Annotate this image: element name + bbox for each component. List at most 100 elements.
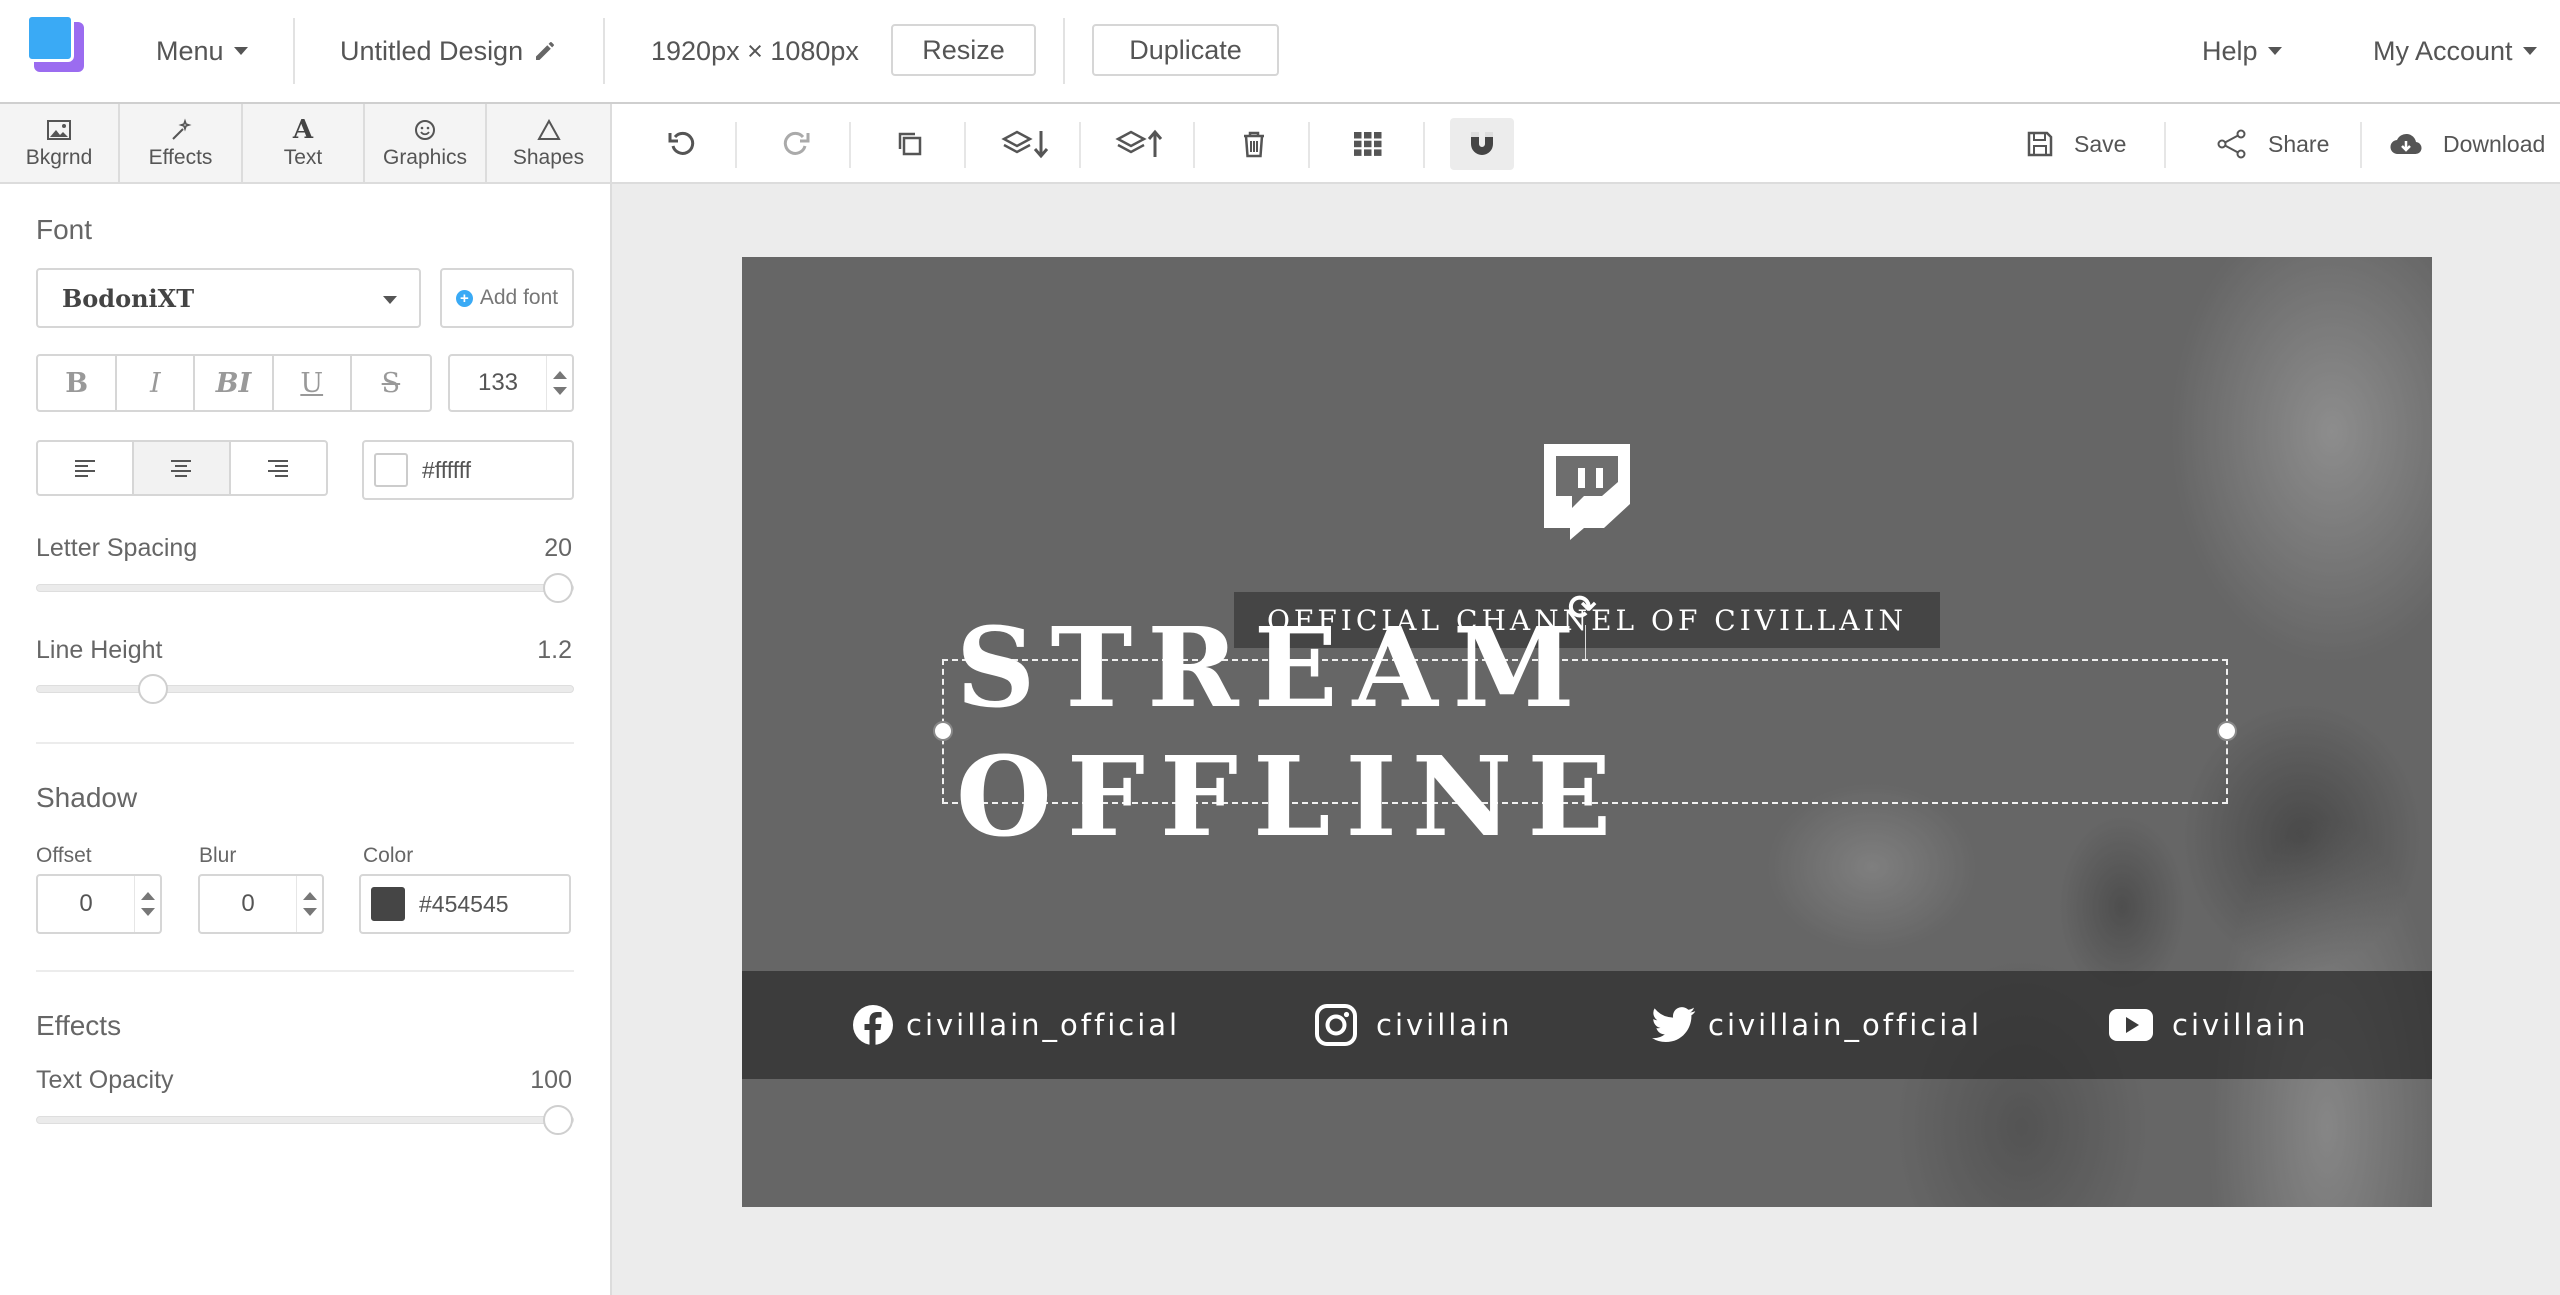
- duplicate-button[interactable]: Duplicate: [1092, 24, 1279, 76]
- download-button[interactable]: Download: [2389, 104, 2545, 184]
- twitter-icon: [1652, 1007, 1696, 1043]
- save-button[interactable]: Save: [2026, 104, 2126, 184]
- twitch-icon[interactable]: [1538, 440, 1634, 540]
- shadow-blur-stepper[interactable]: 0: [198, 874, 324, 934]
- copy-icon: [898, 132, 922, 156]
- slider-handle[interactable]: [138, 674, 169, 704]
- toolbar-divider: [964, 122, 966, 168]
- toolbar-divider: [849, 122, 851, 168]
- line-height-slider[interactable]: [36, 674, 574, 704]
- tab-graphics[interactable]: Graphics: [365, 104, 487, 182]
- add-font-button[interactable]: + Add font: [440, 268, 574, 328]
- bold-italic-button[interactable]: BI: [195, 356, 274, 410]
- left-panel-tabs: Bkgrnd Effects A Text Graphics Shapes: [0, 104, 612, 184]
- facebook-handle: civillain_official: [906, 1008, 1181, 1042]
- logo-front-square: [26, 14, 74, 62]
- increment-icon[interactable]: [552, 371, 567, 379]
- help-label: Help: [2202, 35, 2258, 66]
- tab-text[interactable]: A Text: [243, 104, 365, 182]
- line-height-label: Line Height: [36, 636, 163, 664]
- grid-button[interactable]: [1336, 118, 1400, 170]
- facebook-icon: [853, 1005, 893, 1045]
- layer-down-icon: [1001, 130, 1049, 159]
- decrement-icon[interactable]: [140, 908, 155, 916]
- bring-forward-button[interactable]: [1108, 118, 1172, 170]
- text-color-field[interactable]: #ffffff: [362, 440, 574, 500]
- increment-icon[interactable]: [140, 892, 155, 900]
- text-opacity-slider[interactable]: [36, 1105, 574, 1135]
- slider-handle[interactable]: [543, 1105, 573, 1135]
- section-divider: [36, 970, 574, 972]
- strikethrough-button[interactable]: S: [352, 356, 430, 410]
- chevron-down-icon: [2522, 47, 2537, 55]
- tab-label: Effects: [148, 146, 213, 169]
- account-label: My Account: [2373, 35, 2513, 66]
- decrement-icon[interactable]: [552, 387, 567, 395]
- line-height-value: 1.2: [537, 636, 572, 664]
- app-logo[interactable]: [26, 14, 86, 74]
- toolbar-divider: [1423, 122, 1425, 168]
- redo-button[interactable]: [764, 118, 828, 170]
- underline-button[interactable]: U: [274, 356, 352, 410]
- bold-button[interactable]: B: [38, 356, 118, 410]
- letter-spacing-slider[interactable]: [36, 573, 574, 603]
- tab-label: Bkgrnd: [25, 146, 93, 169]
- letter-spacing-label: Letter Spacing: [36, 534, 198, 562]
- font-size-stepper[interactable]: 133: [448, 354, 574, 412]
- help-dropdown[interactable]: Help: [2202, 0, 2282, 102]
- align-left-button[interactable]: [38, 442, 135, 494]
- copy-button[interactable]: [878, 118, 942, 170]
- resize-handle-right[interactable]: [2217, 721, 2237, 741]
- align-right-button[interactable]: [231, 442, 326, 494]
- design-artboard[interactable]: OFFICIAL CHANNEL OF CIVILLAIN ⟳ STREAM O…: [742, 257, 2432, 1207]
- header-divider: [603, 18, 605, 84]
- toolbar-divider: [1308, 122, 1310, 168]
- shadow-color-swatch[interactable]: [371, 887, 405, 921]
- top-header: Menu Untitled Design 1920px × 1080px Res…: [0, 0, 2560, 104]
- font-family-value: BodoniXT: [62, 283, 195, 313]
- snap-magnet-button[interactable]: [1450, 118, 1514, 170]
- send-backward-button[interactable]: [994, 118, 1058, 170]
- undo-button[interactable]: [650, 118, 714, 170]
- magic-wand-icon: [171, 118, 192, 140]
- decrement-icon[interactable]: [302, 908, 317, 916]
- delete-button[interactable]: [1222, 118, 1286, 170]
- social-youtube[interactable]: civillain: [2108, 971, 2309, 1079]
- add-font-label: Add font: [479, 286, 559, 309]
- resize-button[interactable]: Resize: [891, 24, 1036, 76]
- shadow-blur-value: 0: [241, 890, 255, 917]
- header-divider: [293, 18, 295, 84]
- toolbar-divider: [2164, 122, 2166, 168]
- font-family-select[interactable]: BodoniXT: [36, 268, 421, 328]
- increment-icon[interactable]: [302, 892, 317, 900]
- shadow-offset-stepper[interactable]: 0: [36, 874, 162, 934]
- social-twitter[interactable]: civillain_official: [1652, 971, 1982, 1079]
- menu-dropdown[interactable]: Menu: [156, 0, 248, 102]
- account-dropdown[interactable]: My Account: [2373, 0, 2537, 102]
- text-opacity-label: Text Opacity: [36, 1066, 174, 1094]
- align-left-icon: [75, 460, 96, 477]
- text-properties-panel: Font BodoniXT + Add font B I BI U S 133: [0, 184, 612, 1295]
- tab-shapes[interactable]: Shapes: [487, 104, 610, 182]
- toolbar-divider: [735, 122, 737, 168]
- shadow-color-field[interactable]: #454545: [359, 874, 571, 934]
- slider-handle[interactable]: [543, 573, 573, 603]
- tab-background[interactable]: Bkgrnd: [0, 104, 120, 182]
- selected-title-text-box[interactable]: STREAM OFFLINE: [933, 603, 2237, 861]
- text-icon: A: [292, 115, 314, 145]
- resize-handle-left[interactable]: [933, 721, 953, 741]
- toolbar-divider: [1079, 122, 1081, 168]
- social-facebook[interactable]: civillain_official: [852, 971, 1180, 1079]
- italic-button[interactable]: I: [117, 356, 196, 410]
- tab-effects[interactable]: Effects: [120, 104, 243, 182]
- editor-toolbar: Save Share Download: [612, 104, 2560, 184]
- share-button[interactable]: Share: [2216, 104, 2329, 184]
- text-color-swatch[interactable]: [374, 453, 408, 487]
- share-icon: [2217, 129, 2246, 159]
- design-title[interactable]: Untitled Design: [340, 0, 557, 102]
- align-right-icon: [268, 460, 289, 477]
- social-instagram[interactable]: civillain: [1314, 971, 1513, 1079]
- trash-icon: [1244, 131, 1264, 158]
- shadow-offset-value: 0: [79, 890, 93, 917]
- align-center-button[interactable]: [134, 442, 231, 494]
